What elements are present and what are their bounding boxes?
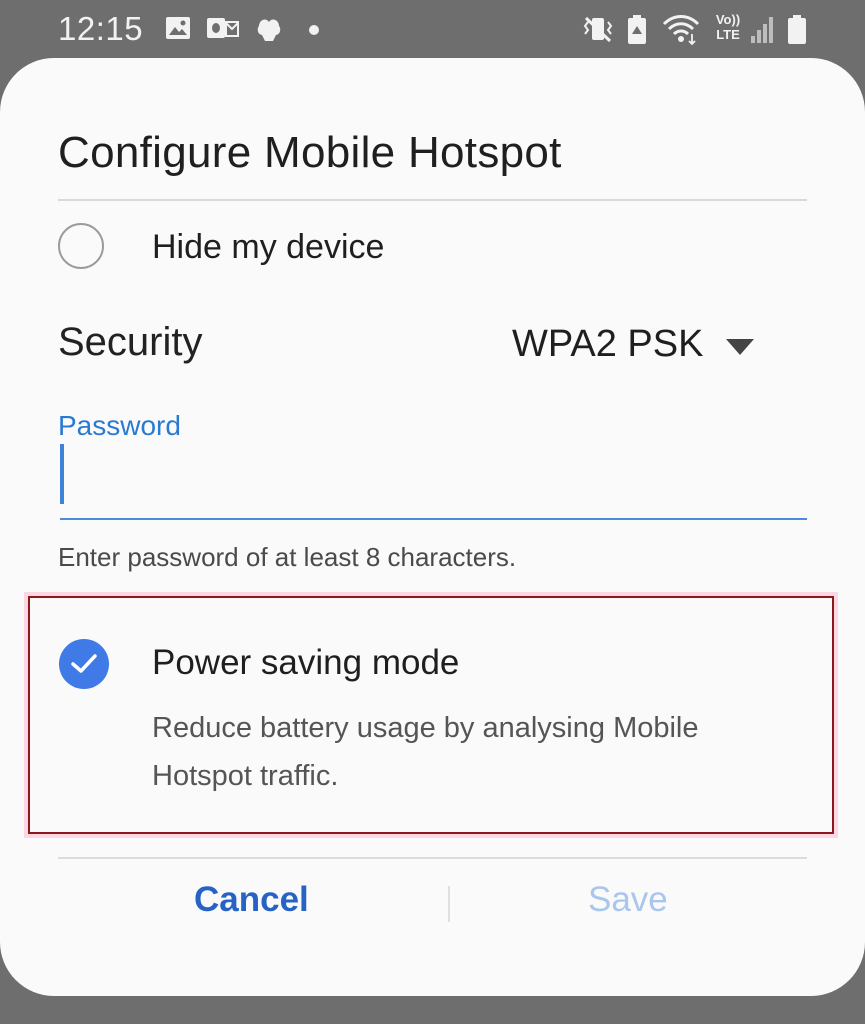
password-field[interactable]	[60, 442, 807, 520]
password-label: Password	[58, 410, 181, 441]
battery-icon	[788, 15, 806, 44]
configure-hotspot-dialog: Configure Mobile Hotspot Hide my device …	[0, 58, 865, 996]
buttons-divider	[58, 857, 807, 859]
password-helper-text: Enter password of at least 8 characters.	[58, 542, 517, 572]
checkmark-icon	[71, 654, 97, 673]
buttons-separator	[448, 886, 450, 922]
app-icon	[257, 19, 281, 41]
power-saving-title[interactable]: Power saving mode	[152, 643, 459, 683]
security-label: Security	[58, 320, 203, 364]
power-saving-description: Reduce battery usage by analysing Mobile…	[152, 712, 699, 792]
hide-device-radio[interactable]	[58, 223, 104, 269]
vibrate-icon	[583, 16, 613, 43]
cancel-button[interactable]: Cancel	[194, 880, 309, 920]
battery-saver-icon	[628, 15, 646, 44]
security-dropdown[interactable]: WPA2 PSK	[512, 320, 755, 368]
image-icon	[166, 17, 190, 39]
status-time: 12:15	[58, 10, 144, 47]
dialog-title: Configure Mobile Hotspot	[58, 128, 562, 177]
dropdown-arrow-icon[interactable]	[725, 338, 755, 356]
text-cursor	[60, 444, 64, 504]
lte-text: LTE	[716, 27, 740, 42]
save-button[interactable]: Save	[588, 880, 668, 920]
wifi-icon	[662, 15, 700, 46]
status-bar: 12:15 Vo)) LTE	[0, 0, 865, 60]
volte-icon: Vo)) LTE	[710, 12, 746, 42]
title-divider	[58, 199, 807, 201]
dot-icon	[309, 25, 319, 35]
signal-icon	[751, 17, 773, 43]
security-value[interactable]: WPA2 PSK	[512, 323, 703, 366]
outlook-icon	[207, 18, 239, 38]
hide-device-label[interactable]: Hide my device	[152, 228, 384, 267]
volte-text: Vo))	[715, 12, 741, 27]
power-saving-checkbox[interactable]	[59, 639, 109, 689]
